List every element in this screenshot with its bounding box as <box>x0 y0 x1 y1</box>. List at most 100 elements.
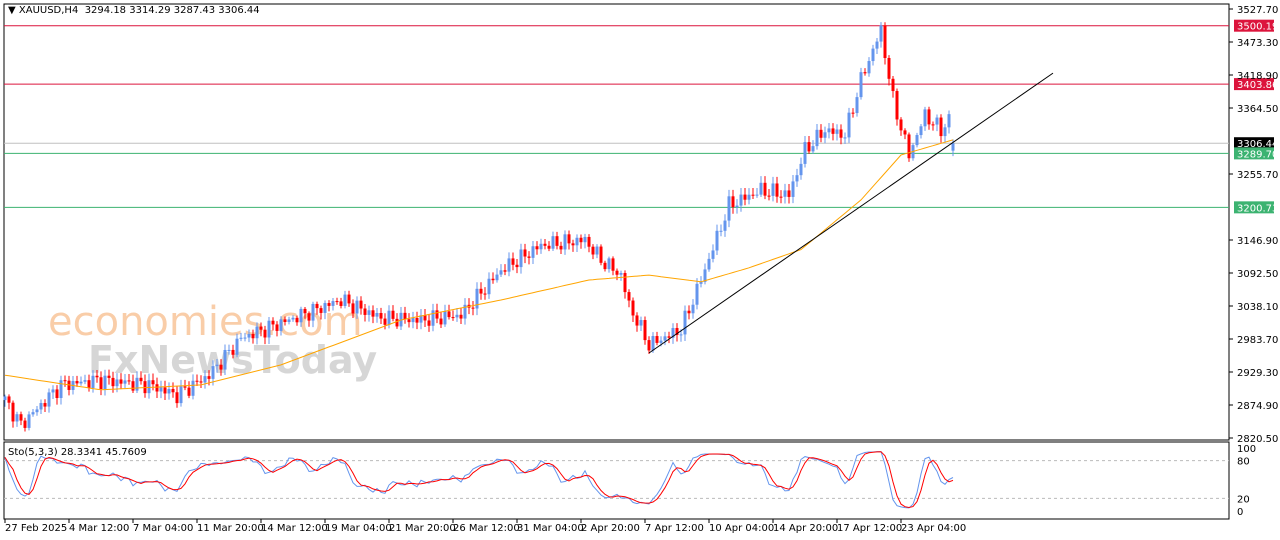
candle-body <box>687 310 691 314</box>
candle-body <box>751 194 755 196</box>
candle-body <box>235 338 239 355</box>
candle-body <box>691 304 695 314</box>
candle-body <box>75 381 79 384</box>
candle-body <box>11 402 15 422</box>
candle-body <box>243 337 247 339</box>
candle-body <box>511 258 515 265</box>
candle-body <box>175 392 179 404</box>
candle-body <box>155 384 159 392</box>
candle-body <box>95 375 99 378</box>
candle-body <box>7 396 11 403</box>
trendline[interactable] <box>648 72 1054 354</box>
candle-body <box>935 117 939 125</box>
candle-body <box>939 117 943 137</box>
candle-body <box>191 380 195 396</box>
candle-body <box>927 109 931 125</box>
candle-body <box>239 337 243 339</box>
candle-body <box>547 245 551 249</box>
candle-body <box>879 25 883 42</box>
candle-body <box>931 124 935 126</box>
price-chart[interactable]: economies.comFxNewsToday3500.193403.8633… <box>0 0 1280 540</box>
candle-body <box>375 313 379 317</box>
candle-body <box>431 310 435 326</box>
candle-body <box>947 114 951 128</box>
time-axis-label: 17 Apr 12:00 <box>837 523 902 534</box>
time-axis-label: 7 Mar 04:00 <box>133 523 193 534</box>
candle-body <box>811 146 815 152</box>
candle-body <box>447 311 451 318</box>
candle-body <box>899 119 903 131</box>
candle-body <box>771 183 775 196</box>
price-axis-label: 3146.90 <box>1237 236 1278 247</box>
candle-body <box>847 112 851 138</box>
candle-body <box>327 303 331 306</box>
candle-body <box>891 78 895 92</box>
candle-body <box>915 135 919 146</box>
candle-body <box>887 58 891 79</box>
candle-body <box>15 414 19 422</box>
candle-body <box>563 234 567 250</box>
candle-body <box>203 376 207 383</box>
price-axis-label: 3255.70 <box>1237 170 1278 181</box>
candle-body <box>643 320 647 341</box>
candle-body <box>715 230 719 251</box>
stoch-axis-label: 100 <box>1237 444 1256 455</box>
candle-body <box>595 246 599 255</box>
candle-body <box>211 366 215 379</box>
candle-body <box>571 243 575 246</box>
stochastic-main-line <box>4 451 954 509</box>
candle-body <box>323 303 327 313</box>
price-axis-label: 3527.70 <box>1237 5 1278 16</box>
candle-body <box>167 388 171 394</box>
candle-body <box>523 249 527 257</box>
price-axis-label: 3364.50 <box>1237 104 1278 115</box>
candle-body <box>123 380 127 384</box>
candle-body <box>807 142 811 152</box>
stoch-axis-label: 20 <box>1237 494 1250 505</box>
candle-body <box>559 245 563 250</box>
candle-body <box>395 318 399 327</box>
candle-body <box>707 258 711 270</box>
candle-body <box>727 196 731 221</box>
stoch-axis-label: 80 <box>1237 457 1250 468</box>
candle-body <box>247 334 251 338</box>
candle-body <box>351 303 355 314</box>
candle-body <box>651 336 655 351</box>
candle-body <box>783 190 787 197</box>
candle-body <box>831 128 835 134</box>
candle-body <box>383 318 387 325</box>
candle-body <box>55 389 59 398</box>
candle-body <box>423 315 427 321</box>
candle-body <box>603 262 607 270</box>
candle-body <box>99 377 103 390</box>
candle-body <box>735 205 739 208</box>
triangle-down-icon[interactable]: ▼ <box>8 5 19 16</box>
price-axis-label: 2929.30 <box>1237 368 1278 379</box>
candle-body <box>607 258 611 270</box>
candle-body <box>747 194 751 200</box>
candle-body <box>379 313 383 319</box>
candle-body <box>387 310 391 325</box>
candle-body <box>59 380 63 398</box>
candle-body <box>255 326 259 339</box>
candle-body <box>599 246 603 263</box>
candle-body <box>575 237 579 246</box>
candle-body <box>183 386 187 388</box>
candle-body <box>663 336 667 341</box>
price-axis-label: 2983.70 <box>1237 335 1278 346</box>
candle-body <box>195 380 199 382</box>
candle-body <box>119 379 123 384</box>
time-axis-label: 14 Mar 12:00 <box>261 523 328 534</box>
candle-body <box>307 313 311 321</box>
candle-body <box>19 414 23 421</box>
candle-body <box>279 319 283 331</box>
price-axis-label: 3038.10 <box>1237 302 1278 313</box>
candle-body <box>79 381 83 384</box>
candle-body <box>283 319 287 322</box>
candle-body <box>787 190 791 197</box>
stochastic-label: Sto(5,3,3) 28.3341 45.7609 <box>8 447 147 458</box>
candle-body <box>695 283 699 305</box>
price-axis-label: 3092.50 <box>1237 269 1278 280</box>
candle-body <box>435 310 439 319</box>
candle-body <box>23 420 27 428</box>
